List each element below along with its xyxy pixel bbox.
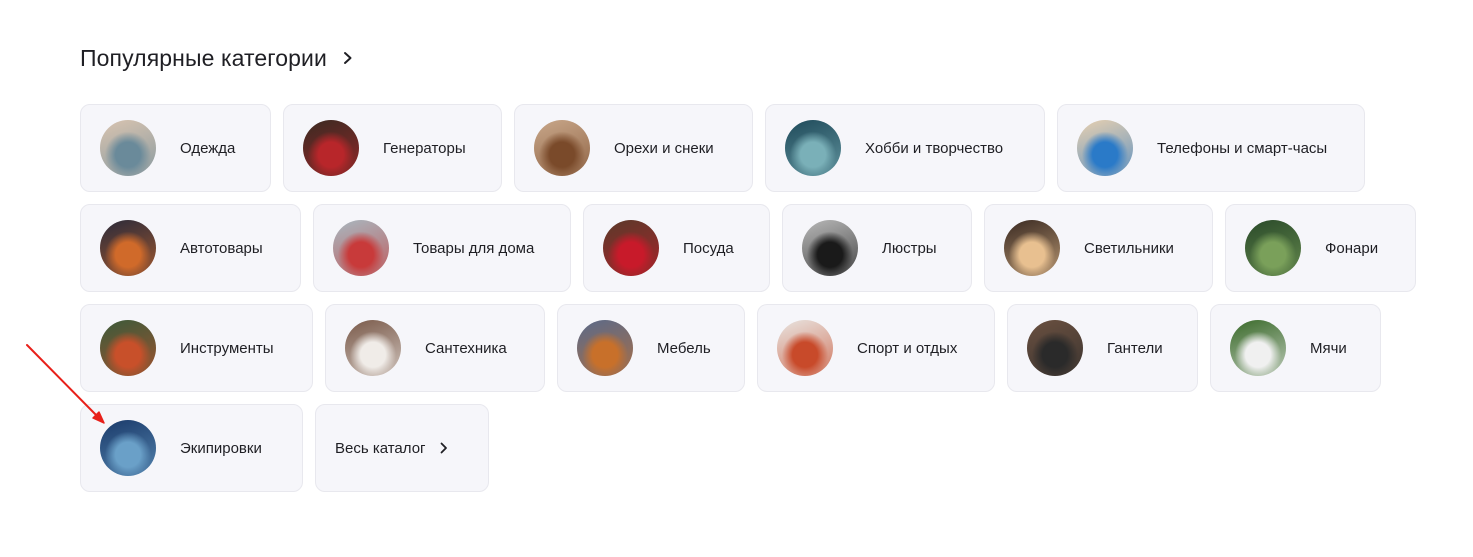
category-image-lamps bbox=[1004, 220, 1060, 276]
category-image-chandeliers bbox=[802, 220, 858, 276]
category-label: Экипировки bbox=[180, 439, 262, 457]
category-label: Мячи bbox=[1310, 339, 1347, 357]
category-grid: Одежда Генераторы Орехи и снеки Хобби и … bbox=[80, 104, 1428, 492]
category-card-sport[interactable]: Спорт и отдых bbox=[757, 304, 995, 392]
category-card-lamps[interactable]: Светильники bbox=[984, 204, 1213, 292]
section-title: Популярные категории bbox=[80, 44, 327, 71]
category-label: Хобби и творчество bbox=[865, 139, 1004, 157]
category-card-nuts-snacks[interactable]: Орехи и снеки bbox=[514, 104, 753, 192]
category-label: Люстры bbox=[882, 239, 937, 257]
category-card-hobby[interactable]: Хобби и творчество bbox=[765, 104, 1045, 192]
category-label: Инструменты bbox=[180, 339, 274, 357]
category-card-balls[interactable]: Мячи bbox=[1210, 304, 1381, 392]
category-card-tools[interactable]: Инструменты bbox=[80, 304, 313, 392]
category-image-phones bbox=[1077, 120, 1133, 176]
category-image-generators bbox=[303, 120, 359, 176]
section-header[interactable]: Популярные категории bbox=[80, 41, 355, 75]
category-row: Экипировки Весь каталог bbox=[80, 404, 1428, 492]
category-image-sport bbox=[777, 320, 833, 376]
category-card-lanterns[interactable]: Фонари bbox=[1225, 204, 1416, 292]
category-row: Автотовары Товары для дома Посуда Люстры… bbox=[80, 204, 1428, 292]
category-card-chandeliers[interactable]: Люстры bbox=[782, 204, 972, 292]
category-label: Фонари bbox=[1325, 239, 1379, 257]
category-image-hobby bbox=[785, 120, 841, 176]
category-image-clothing bbox=[100, 120, 156, 176]
category-card-plumbing[interactable]: Сантехника bbox=[325, 304, 545, 392]
category-label: Светильники bbox=[1084, 239, 1174, 257]
category-image-tools bbox=[100, 320, 156, 376]
category-card-phones[interactable]: Телефоны и смарт-часы bbox=[1057, 104, 1365, 192]
category-image-home-goods bbox=[333, 220, 389, 276]
category-image-auto bbox=[100, 220, 156, 276]
category-label: Одежда bbox=[180, 139, 236, 157]
category-row: Инструменты Сантехника Мебель Спорт и от… bbox=[80, 304, 1428, 392]
category-card-generators[interactable]: Генераторы bbox=[283, 104, 502, 192]
chevron-right-icon bbox=[440, 442, 448, 454]
category-card-furniture[interactable]: Мебель bbox=[557, 304, 745, 392]
all-catalog-label: Весь каталог bbox=[335, 439, 426, 457]
category-card-auto[interactable]: Автотовары bbox=[80, 204, 301, 292]
category-image-balls bbox=[1230, 320, 1286, 376]
category-label: Орехи и снеки bbox=[614, 139, 714, 157]
category-image-furniture bbox=[577, 320, 633, 376]
category-label: Телефоны и смарт-часы bbox=[1157, 139, 1328, 157]
category-image-equipment bbox=[100, 420, 156, 476]
chevron-right-icon bbox=[343, 51, 355, 65]
category-label: Генераторы bbox=[383, 139, 466, 157]
category-card-dishes[interactable]: Посуда bbox=[583, 204, 770, 292]
category-card-equipment[interactable]: Экипировки bbox=[80, 404, 303, 492]
category-row: Одежда Генераторы Орехи и снеки Хобби и … bbox=[80, 104, 1428, 192]
category-image-plumbing bbox=[345, 320, 401, 376]
category-card-home-goods[interactable]: Товары для дома bbox=[313, 204, 571, 292]
category-label: Спорт и отдых bbox=[857, 339, 958, 357]
category-label: Посуда bbox=[683, 239, 734, 257]
all-catalog-button[interactable]: Весь каталог bbox=[315, 404, 489, 492]
category-image-dumbbells bbox=[1027, 320, 1083, 376]
category-label: Товары для дома bbox=[413, 239, 535, 257]
category-card-clothing[interactable]: Одежда bbox=[80, 104, 271, 192]
category-label: Автотовары bbox=[180, 239, 263, 257]
category-image-nuts-snacks bbox=[534, 120, 590, 176]
category-label: Гантели bbox=[1107, 339, 1163, 357]
category-image-lanterns bbox=[1245, 220, 1301, 276]
category-label: Мебель bbox=[657, 339, 711, 357]
category-label: Сантехника bbox=[425, 339, 507, 357]
category-image-dishes bbox=[603, 220, 659, 276]
category-card-dumbbells[interactable]: Гантели bbox=[1007, 304, 1198, 392]
